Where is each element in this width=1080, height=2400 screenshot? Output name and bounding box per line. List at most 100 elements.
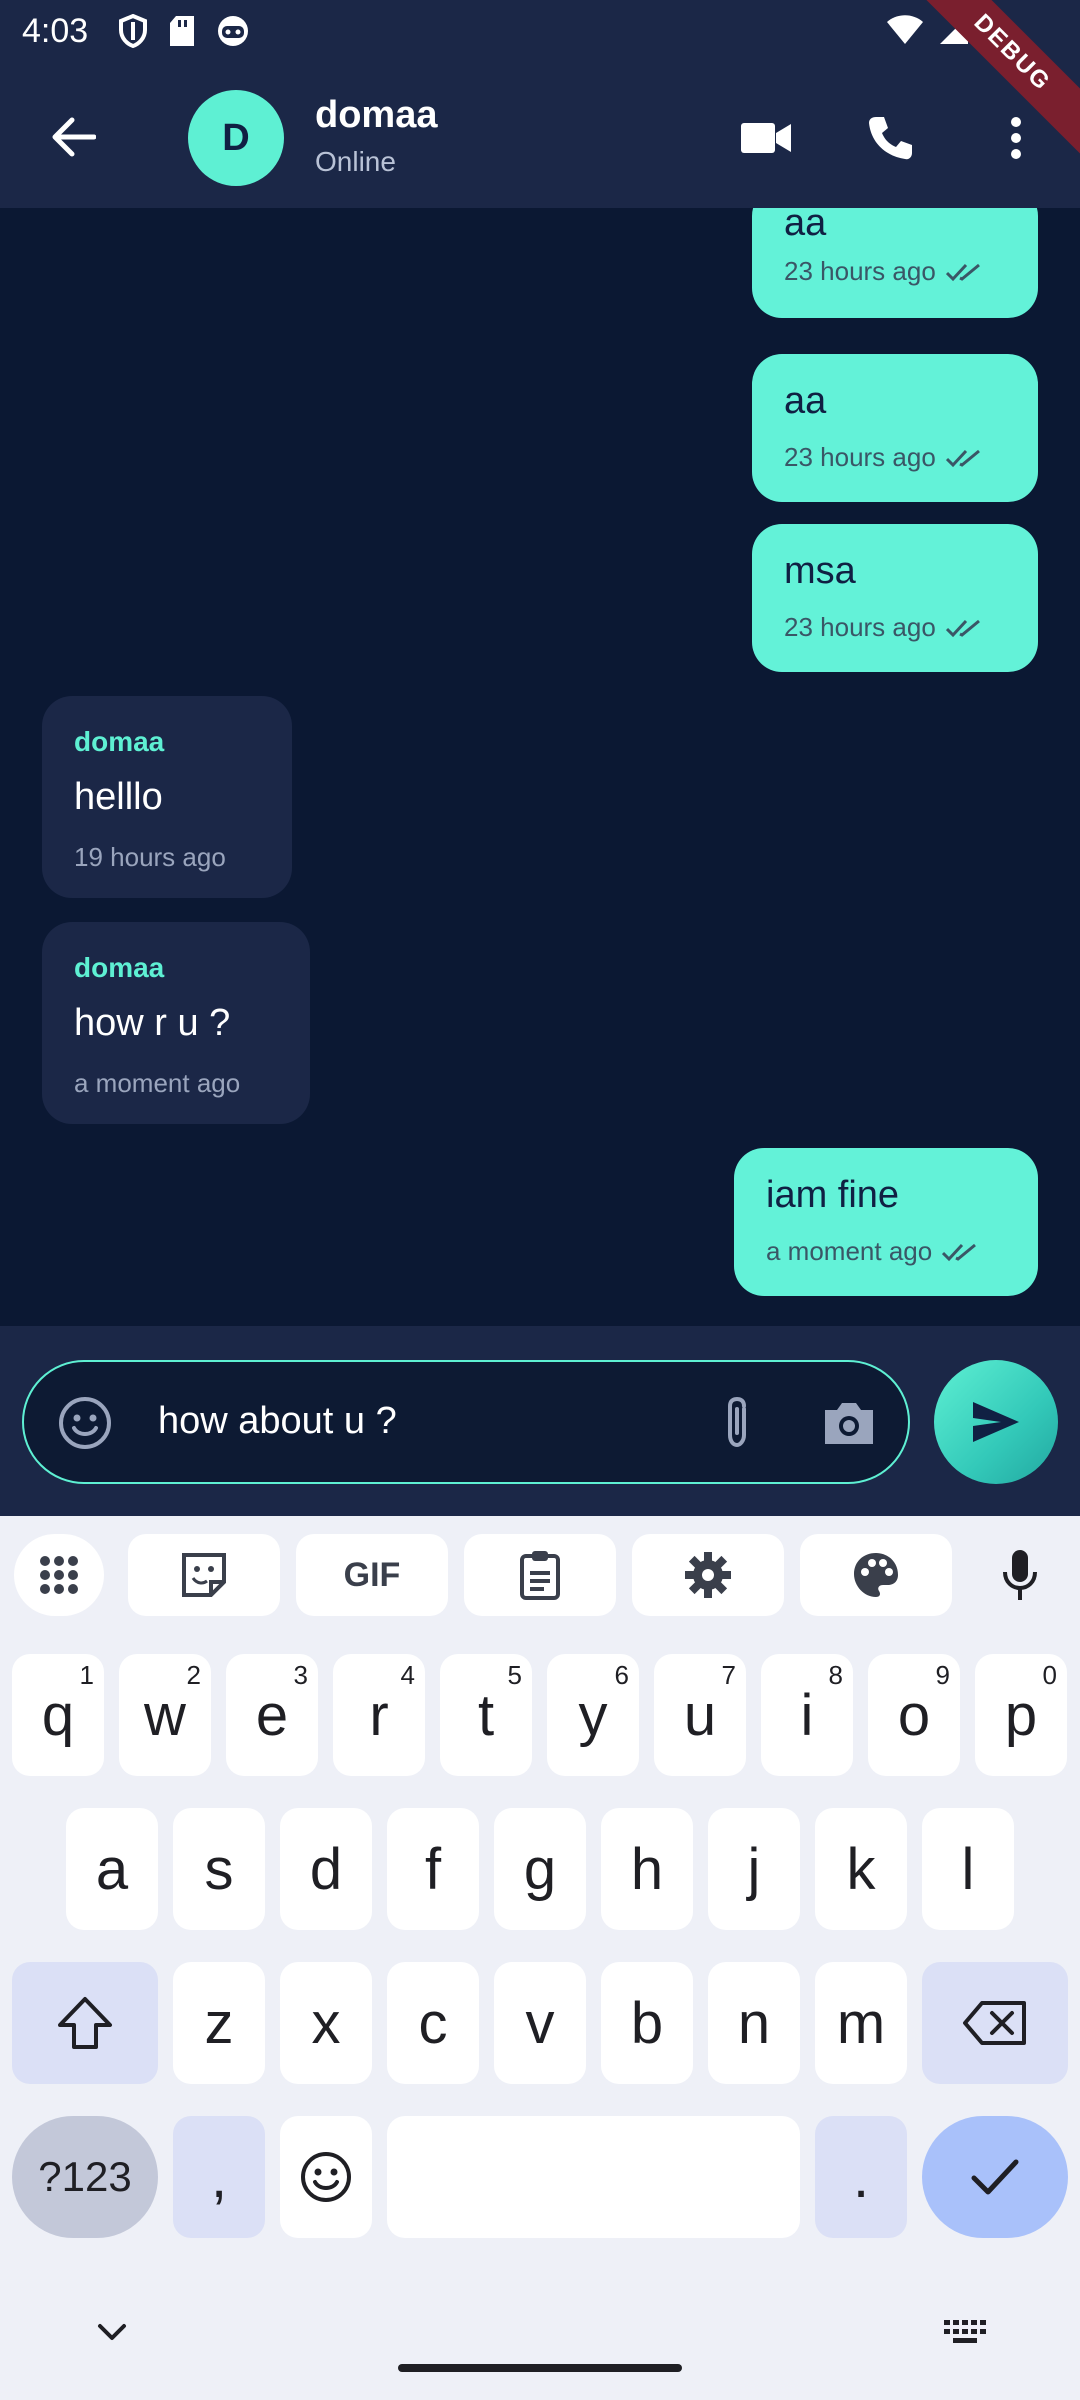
robot-face-icon [218, 16, 248, 46]
message-composer: how about u ? [0, 1326, 1080, 1516]
home-indicator[interactable] [398, 2364, 682, 2372]
back-button[interactable] [40, 104, 106, 170]
keyboard-icon [944, 2320, 986, 2343]
message-time: a moment ago [766, 1236, 933, 1266]
key-y[interactable]: y6 [547, 1654, 639, 1776]
contact-avatar[interactable]: D [188, 90, 284, 186]
message-input-field[interactable]: how about u ? [22, 1360, 910, 1484]
key-enter[interactable] [922, 2116, 1068, 2238]
message-time: 23 hours ago [784, 442, 936, 472]
message-bubble-outgoing[interactable]: aa 23 hours ago [752, 354, 1038, 502]
keyboard-clipboard-button[interactable] [464, 1534, 616, 1616]
double-check-icon [945, 449, 980, 467]
send-icon [973, 1402, 1019, 1442]
message-bubble-outgoing[interactable]: aa 23 hours ago [752, 208, 1038, 318]
key-shift[interactable] [12, 1962, 158, 2084]
keyboard-settings-button[interactable] [632, 1534, 784, 1616]
key-l[interactable]: l [922, 1808, 1014, 1930]
key-s[interactable]: s [173, 1808, 265, 1930]
keyboard-theme-button[interactable] [800, 1534, 952, 1616]
key-f[interactable]: f [387, 1808, 479, 1930]
backspace-icon [963, 2001, 1026, 2045]
chat-app-bar: D domaa Online [0, 66, 1080, 208]
message-bubble-outgoing[interactable]: iam fine a moment ago [734, 1148, 1038, 1296]
sd-card-icon [170, 16, 194, 46]
key-i[interactable]: i8 [761, 1654, 853, 1776]
message-text: aa [784, 380, 827, 422]
message-meta: 23 hours ago [784, 442, 982, 473]
key-x[interactable]: x [280, 1962, 372, 2084]
message-text: iam fine [766, 1174, 900, 1216]
message-bubble-incoming[interactable]: domaa helllo 19 hours ago [42, 696, 292, 898]
message-input-text[interactable]: how about u ? [158, 1400, 397, 1443]
double-check-icon [942, 1243, 977, 1261]
contact-status: Online [315, 146, 396, 177]
key-o[interactable]: o9 [868, 1654, 960, 1776]
more-vert-icon [1011, 117, 1021, 159]
message-text: helllo [74, 776, 163, 818]
key-r[interactable]: r4 [333, 1654, 425, 1776]
sticker-icon [182, 1553, 226, 1597]
keyboard-voice-button[interactable] [980, 1534, 1060, 1616]
back-arrow-icon [52, 117, 96, 157]
phone-icon [869, 117, 912, 160]
message-time: 23 hours ago [784, 256, 936, 286]
message-meta: 23 hours ago [784, 256, 982, 287]
message-text: how r u ? [74, 1002, 231, 1044]
attach-button[interactable] [704, 1390, 770, 1456]
key-c[interactable]: c [387, 1962, 479, 2084]
video-call-icon [741, 123, 791, 153]
switch-keyboard-button[interactable] [942, 2314, 990, 2350]
key-a[interactable]: a [66, 1808, 158, 1930]
key-h[interactable]: h [601, 1808, 693, 1930]
key-g[interactable]: g [494, 1808, 586, 1930]
message-text: msa [784, 550, 856, 592]
key-q[interactable]: q1 [12, 1654, 104, 1776]
settings-icon [685, 1552, 731, 1598]
key-u[interactable]: u7 [654, 1654, 746, 1776]
emoji-icon [301, 2152, 351, 2202]
key-d[interactable]: d [280, 1808, 372, 1930]
key-j[interactable]: j [708, 1808, 800, 1930]
key-k[interactable]: k [815, 1808, 907, 1930]
key-period[interactable]: . [815, 2116, 907, 2238]
message-sender: domaa [74, 726, 165, 757]
key-comma[interactable]: , [173, 2116, 265, 2238]
key-z[interactable]: z [173, 1962, 265, 2084]
key-v[interactable]: v [494, 1962, 586, 2084]
message-time: 23 hours ago [784, 612, 936, 642]
message-time: a moment ago [74, 1068, 241, 1098]
key-n[interactable]: n [708, 1962, 800, 2084]
hide-keyboard-button[interactable] [90, 2314, 134, 2350]
message-bubble-outgoing[interactable]: msa 23 hours ago [752, 524, 1038, 672]
key-p[interactable]: p0 [975, 1654, 1067, 1776]
apps-grid-icon [40, 1556, 78, 1594]
key-w[interactable]: w2 [119, 1654, 211, 1776]
key-m[interactable]: m [815, 1962, 907, 2084]
phone-call-button[interactable] [852, 100, 928, 176]
key-symbols[interactable]: ?123 [12, 2116, 158, 2238]
send-button[interactable] [934, 1360, 1058, 1484]
key-b[interactable]: b [601, 1962, 693, 2084]
message-text: aa [784, 208, 827, 244]
contact-name[interactable]: domaa [315, 94, 437, 137]
video-call-button[interactable] [728, 100, 804, 176]
keyboard-sticker-button[interactable] [128, 1534, 280, 1616]
key-backspace[interactable] [922, 1962, 1068, 2084]
check-icon [971, 2159, 1019, 2195]
key-emoji[interactable] [280, 2116, 372, 2238]
key-e[interactable]: e3 [226, 1654, 318, 1776]
key-space[interactable] [387, 2116, 800, 2238]
keyboard-gif-button[interactable]: GIF [296, 1534, 448, 1616]
message-bubble-incoming[interactable]: domaa how r u ? a moment ago [42, 922, 310, 1124]
emoji-button[interactable] [54, 1392, 116, 1454]
camera-button[interactable] [816, 1390, 882, 1456]
keyboard-apps-button[interactable] [14, 1534, 104, 1616]
status-time: 4:03 [22, 12, 89, 50]
message-sender: domaa [74, 952, 165, 983]
shift-icon [58, 1997, 112, 2049]
paperclip-icon [728, 1396, 746, 1448]
message-list[interactable]: aa 23 hours ago aa 23 hours ago msa 23 h… [0, 208, 1080, 1326]
key-t[interactable]: t5 [440, 1654, 532, 1776]
status-bar: 4:03 [0, 0, 1080, 66]
